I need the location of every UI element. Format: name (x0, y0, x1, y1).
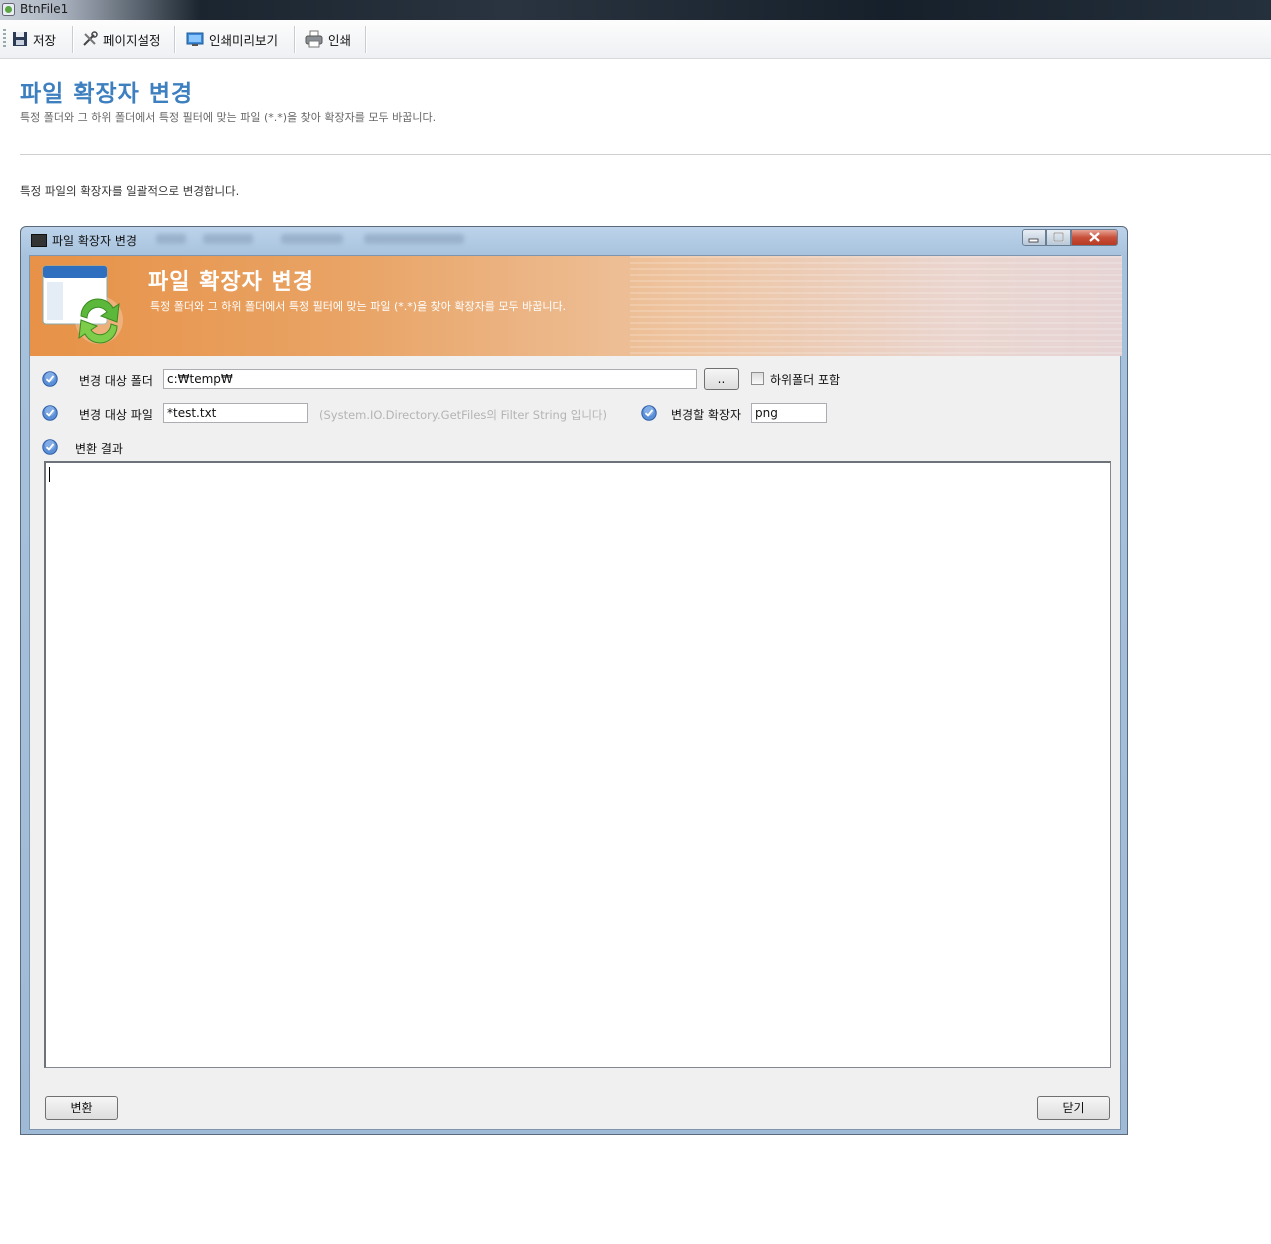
check-circle-icon (42, 439, 58, 455)
check-circle-icon (641, 405, 657, 421)
dialog-title: 파일 확장자 변경 (52, 234, 137, 248)
window-icon (31, 234, 47, 247)
floppy-disk-icon (13, 32, 27, 46)
printer-icon (305, 30, 323, 48)
maximize-button[interactable] (1046, 229, 1071, 246)
blurred-background (364, 234, 464, 244)
toolbar-separator (72, 26, 74, 53)
minimize-icon (1028, 238, 1039, 243)
result-textarea[interactable] (44, 461, 1111, 1068)
save-label: 저장 (33, 32, 57, 48)
print-label: 인쇄 (328, 32, 352, 48)
toolbar-separator (174, 26, 176, 53)
file-filter-hint: (System.IO.Directory.GetFiles의 Filter St… (319, 408, 607, 422)
print-preview-label: 인쇄미리보기 (209, 32, 279, 48)
banner-subtitle: 특정 폴더와 그 하위 폴더에서 특정 필터에 맞는 파일 (*.*)을 찾아 … (150, 300, 567, 313)
tools-icon (83, 31, 98, 46)
include-subfolders-checkbox[interactable] (751, 372, 764, 385)
extension-input[interactable]: png (751, 403, 827, 423)
file-sync-icon (42, 265, 123, 344)
page-description: 특정 파일의 확장자를 일괄적으로 변경합니다. (20, 184, 240, 198)
result-label: 변환 결과 (75, 442, 123, 456)
file-filter-input[interactable]: *test.txt (163, 403, 308, 423)
check-circle-icon (42, 405, 58, 421)
page-subtitle: 특정 폴더와 그 하위 폴더에서 특정 필터에 맞는 파일 (*.*)을 찾아 … (20, 111, 437, 124)
file-label: 변경 대상 파일 (79, 408, 153, 422)
dialog-title-bar: 파일 확장자 변경 (31, 232, 137, 249)
blurred-background (156, 234, 186, 244)
app-icon (2, 3, 15, 16)
dialog-banner: 파일 확장자 변경 특정 폴더와 그 하위 폴더에서 특정 필터에 맞는 파일 … (30, 256, 1122, 356)
dialog-window: 파일 확장자 변경 파일 확장자 변경 특정 폴더와 그 하위 폴더에서 특정 … (20, 226, 1128, 1135)
print-preview-icon (186, 32, 204, 46)
minimize-button[interactable] (1022, 229, 1046, 246)
app-title: BtnFile1 (20, 2, 69, 16)
folder-input[interactable]: c:₩temp₩ (163, 369, 697, 389)
print-preview-button[interactable]: 인쇄미리보기 (186, 28, 278, 50)
toolbar-grip[interactable] (3, 29, 6, 49)
close-window-button[interactable] (1071, 229, 1118, 246)
page-setup-label: 페이지설정 (103, 32, 161, 48)
save-button[interactable]: 저장 (12, 28, 56, 50)
page-setup-button[interactable]: 페이지설정 (82, 28, 161, 50)
blurred-background (203, 234, 253, 244)
blurred-background (281, 234, 343, 244)
text-caret (49, 467, 50, 482)
print-button[interactable]: 인쇄 (305, 28, 351, 50)
toolbar-separator (365, 26, 367, 53)
divider (20, 154, 1271, 155)
close-icon (1089, 232, 1100, 242)
banner-decoration (630, 256, 1122, 356)
toolbar-separator (294, 26, 296, 53)
close-button[interactable]: 닫기 (1037, 1096, 1110, 1120)
app-title-bar: BtnFile1 (0, 0, 1271, 20)
extension-label: 변경할 확장자 (671, 408, 742, 422)
dialog-body: 파일 확장자 변경 특정 폴더와 그 하위 폴더에서 특정 필터에 맞는 파일 … (29, 255, 1122, 1130)
maximize-icon (1053, 232, 1064, 242)
convert-button[interactable]: 변환 (45, 1096, 118, 1120)
browse-button[interactable]: .. (704, 368, 739, 390)
include-subfolders-label: 하위폴더 포함 (770, 373, 841, 387)
folder-label: 변경 대상 폴더 (79, 374, 153, 388)
toolbar: 저장 페이지설정 인쇄미리보기 인쇄 (0, 20, 1271, 59)
page-title: 파일 확장자 변경 (20, 81, 194, 107)
check-circle-icon (42, 371, 58, 387)
banner-title: 파일 확장자 변경 (148, 270, 314, 295)
